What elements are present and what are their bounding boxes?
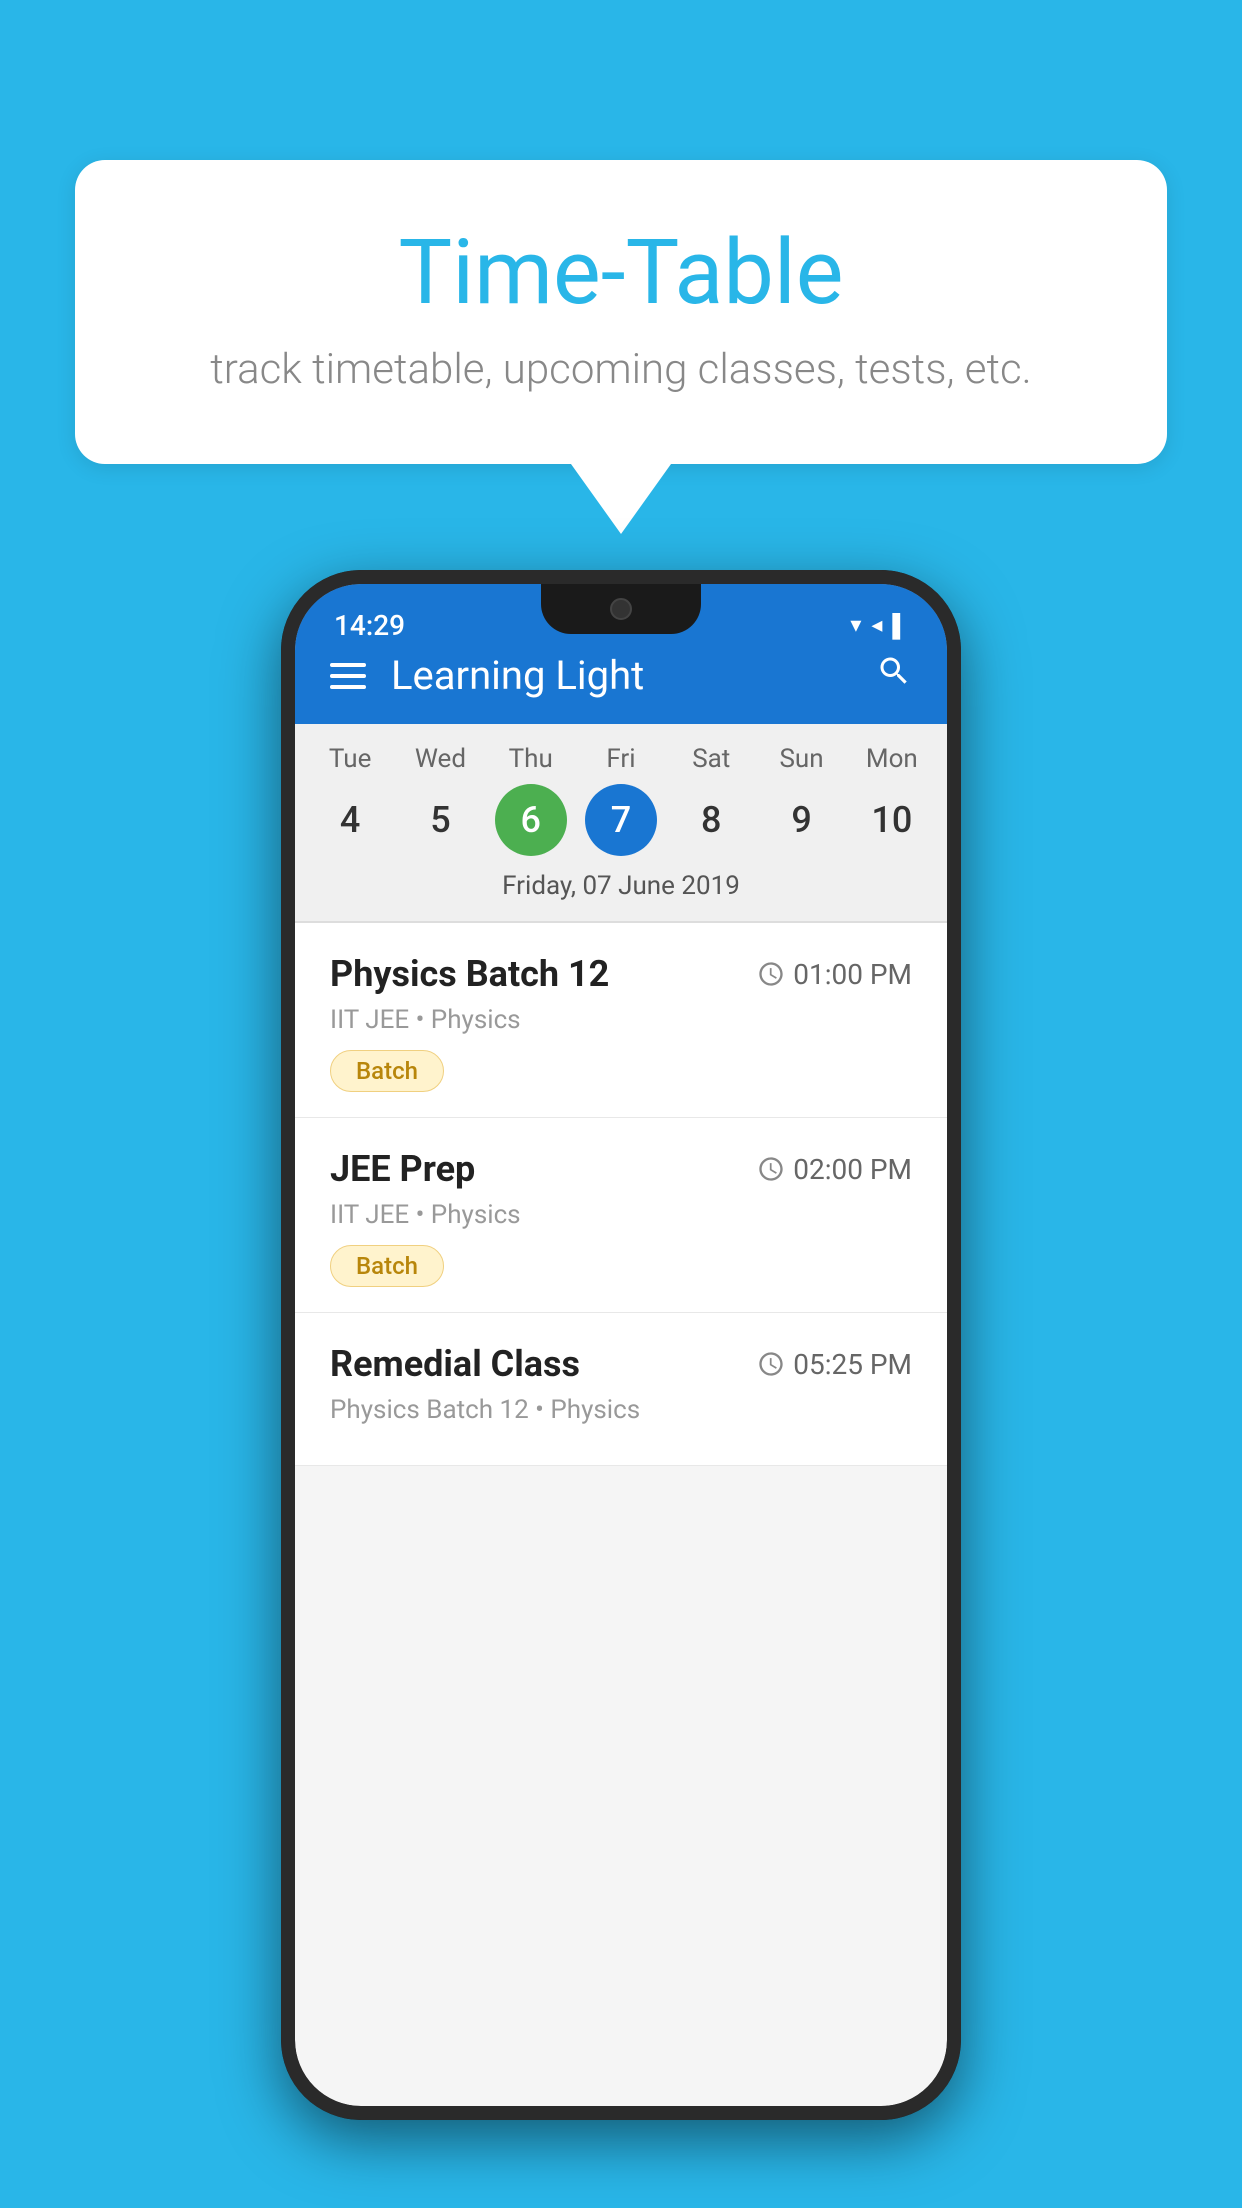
calendar-date-6[interactable]: 6 [495, 784, 567, 856]
calendar-date-4[interactable]: 4 [314, 784, 386, 856]
day-label-mon: Mon [856, 744, 928, 774]
schedule-item-2-subtitle: IIT JEE • Physics [330, 1200, 912, 1230]
status-time: 14:29 [334, 609, 405, 642]
search-button[interactable] [876, 653, 912, 699]
day-label-fri: Fri [585, 744, 657, 774]
batch-badge-1: Batch [330, 1050, 444, 1092]
day-label-wed: Wed [404, 744, 476, 774]
schedule-item-3-header: Remedial Class 05:25 PM [330, 1343, 912, 1385]
day-label-thu: Thu [495, 744, 567, 774]
signal-icon: ◂ [871, 613, 882, 638]
schedule-item-1-time: 01:00 PM [757, 958, 912, 991]
schedule-item-1-header: Physics Batch 12 01:00 PM [330, 953, 912, 995]
battery-icon: ▌ [892, 613, 908, 639]
schedule-item-3: Remedial Class 05:25 PM Physics Batch 12… [295, 1313, 947, 1466]
schedule-item-3-time: 05:25 PM [757, 1348, 912, 1381]
schedule-item-3-title: Remedial Class [330, 1343, 580, 1385]
day-label-sat: Sat [675, 744, 747, 774]
phone-mockup: 14:29 ▾ ◂ ▌ Learning Light [75, 570, 1167, 2120]
calendar-date-9[interactable]: 9 [766, 784, 838, 856]
schedule-list: Physics Batch 12 01:00 PM IIT JEE • Phys… [295, 923, 947, 1466]
schedule-item-2-header: JEE Prep 02:00 PM [330, 1148, 912, 1190]
batch-badge-2: Batch [330, 1245, 444, 1287]
schedule-item-3-subtitle: Physics Batch 12 • Physics [330, 1395, 912, 1425]
wifi-icon: ▾ [850, 613, 861, 638]
calendar-date-7[interactable]: 7 [585, 784, 657, 856]
calendar-date-5[interactable]: 5 [404, 784, 476, 856]
phone-notch [541, 584, 701, 634]
selected-date-label: Friday, 07 June 2019 [295, 856, 947, 911]
phone-frame: 14:29 ▾ ◂ ▌ Learning Light [281, 570, 961, 2120]
day-label-sun: Sun [766, 744, 838, 774]
calendar-date-10[interactable]: 10 [856, 784, 928, 856]
speech-bubble-arrow [571, 464, 671, 534]
schedule-item-1: Physics Batch 12 01:00 PM IIT JEE • Phys… [295, 923, 947, 1118]
calendar-strip: Tue Wed Thu Fri Sat Sun Mon 4 5 6 7 8 9 … [295, 724, 947, 921]
app-bar-left: Learning Light [330, 652, 644, 699]
front-camera [610, 598, 632, 620]
day-label-tue: Tue [314, 744, 386, 774]
calendar-days-header: Tue Wed Thu Fri Sat Sun Mon [295, 744, 947, 774]
status-icons: ▾ ◂ ▌ [850, 613, 908, 639]
schedule-item-1-title: Physics Batch 12 [330, 953, 609, 995]
speech-bubble: Time-Table track timetable, upcoming cla… [75, 160, 1167, 464]
calendar-dates: 4 5 6 7 8 9 10 [295, 784, 947, 856]
app-screen: 14:29 ▾ ◂ ▌ Learning Light [295, 584, 947, 2106]
feature-subtitle: track timetable, upcoming classes, tests… [155, 345, 1087, 394]
clock-icon-2 [757, 1155, 785, 1183]
hamburger-menu-icon[interactable] [330, 663, 366, 689]
schedule-item-2-time: 02:00 PM [757, 1153, 912, 1186]
speech-bubble-section: Time-Table track timetable, upcoming cla… [75, 160, 1167, 534]
calendar-date-8[interactable]: 8 [675, 784, 747, 856]
clock-icon-3 [757, 1350, 785, 1378]
feature-title: Time-Table [155, 220, 1087, 325]
app-title: Learning Light [391, 652, 644, 699]
schedule-item-1-subtitle: IIT JEE • Physics [330, 1005, 912, 1035]
clock-icon-1 [757, 960, 785, 988]
schedule-item-2-title: JEE Prep [330, 1148, 475, 1190]
schedule-item-2: JEE Prep 02:00 PM IIT JEE • Physics Batc… [295, 1118, 947, 1313]
